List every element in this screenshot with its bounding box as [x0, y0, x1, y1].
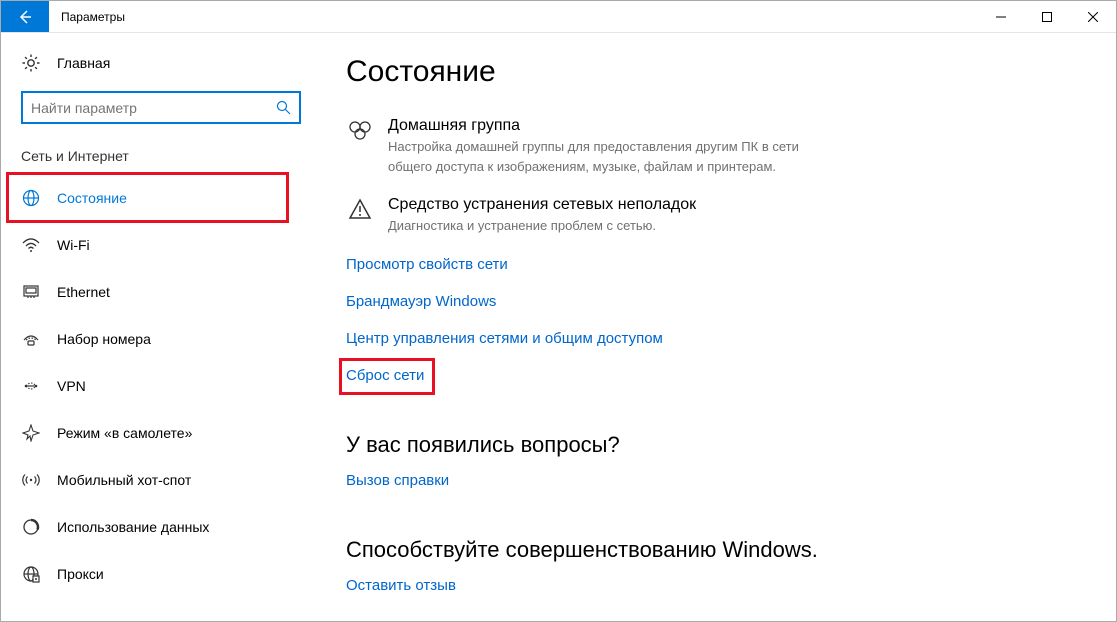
category-header: Сеть и Интернет [1, 148, 316, 174]
troubleshoot-sub: Диагностика и устранение проблем с сетью… [388, 216, 838, 236]
sidebar-item-datausage[interactable]: Использование данных [1, 503, 316, 550]
sidebar-item-label: Мобильный хот-спот [57, 472, 191, 488]
minimize-icon [996, 12, 1006, 22]
dialup-icon [21, 329, 41, 349]
gear-icon [21, 53, 41, 73]
home-button[interactable]: Главная [1, 53, 316, 91]
sidebar-item-label: Состояние [57, 190, 127, 206]
sidebar-item-dialup[interactable]: Набор номера [1, 315, 316, 362]
maximize-icon [1042, 12, 1052, 22]
sidebar-item-wifi[interactable]: Wi-Fi [1, 221, 316, 268]
window-controls [978, 1, 1116, 32]
close-icon [1088, 12, 1098, 22]
sidebar-item-label: Набор номера [57, 331, 151, 347]
close-button[interactable] [1070, 1, 1116, 32]
sidebar-item-vpn[interactable]: VPN [1, 362, 316, 409]
homegroup-sub: Настройка домашней группы для предоставл… [388, 137, 838, 176]
link-help[interactable]: Вызов справки [346, 472, 449, 489]
sidebar-item-label: Ethernet [57, 284, 110, 300]
sidebar-item-label: Wi-Fi [57, 237, 90, 253]
sidebar-item-label: Прокси [57, 566, 104, 582]
main-content: Состояние Домашняя группа Настройка дома… [316, 33, 1116, 621]
proxy-icon [21, 564, 41, 584]
search-icon [276, 100, 291, 115]
sidebar: Главная Сеть и Интернет Состояние [1, 33, 316, 621]
link-network-reset[interactable]: Сброс сети [346, 367, 424, 384]
homegroup-title: Домашняя группа [388, 117, 838, 135]
sidebar-item-hotspot[interactable]: Мобильный хот-спот [1, 456, 316, 503]
search-wrap [1, 91, 316, 148]
sidebar-item-proxy[interactable]: Прокси [1, 550, 316, 597]
troubleshoot-block[interactable]: Средство устранения сетевых неполадок Ди… [346, 196, 1086, 236]
arrow-left-icon [17, 9, 33, 25]
sidebar-item-label: VPN [57, 378, 86, 394]
titlebar: Параметры [1, 1, 1116, 33]
sidebar-item-label: Режим «в самолете» [57, 425, 192, 441]
page-heading: Состояние [346, 55, 1086, 89]
warning-icon [346, 196, 374, 220]
search-box[interactable] [21, 91, 301, 124]
sidebar-item-ethernet[interactable]: Ethernet [1, 268, 316, 315]
link-feedback[interactable]: Оставить отзыв [346, 577, 456, 594]
wifi-icon [21, 235, 41, 255]
sidebar-item-label: Использование данных [57, 519, 209, 535]
hotspot-icon [21, 470, 41, 490]
link-firewall[interactable]: Брандмауэр Windows [346, 293, 496, 310]
window-title: Параметры [49, 1, 978, 32]
vpn-icon [21, 376, 41, 396]
homegroup-icon [346, 117, 374, 141]
homegroup-block[interactable]: Домашняя группа Настройка домашней групп… [346, 117, 1086, 176]
home-label: Главная [57, 55, 110, 71]
ethernet-icon [21, 282, 41, 302]
body: Главная Сеть и Интернет Состояние [1, 33, 1116, 621]
settings-window: Параметры Главная [0, 0, 1117, 622]
feedback-heading: Способствуйте совершенствованию Windows. [346, 537, 1086, 563]
maximize-button[interactable] [1024, 1, 1070, 32]
troubleshoot-title: Средство устранения сетевых неполадок [388, 196, 838, 214]
globe-icon [21, 188, 41, 208]
link-view-props[interactable]: Просмотр свойств сети [346, 256, 508, 273]
search-input[interactable] [31, 100, 276, 116]
sidebar-item-status[interactable]: Состояние [1, 174, 316, 221]
link-sharing-center[interactable]: Центр управления сетями и общим доступом [346, 330, 663, 347]
airplane-icon [21, 423, 41, 443]
questions-heading: У вас появились вопросы? [346, 432, 1086, 458]
minimize-button[interactable] [978, 1, 1024, 32]
back-button[interactable] [1, 1, 49, 32]
sidebar-item-airplane[interactable]: Режим «в самолете» [1, 409, 316, 456]
data-usage-icon [21, 517, 41, 537]
